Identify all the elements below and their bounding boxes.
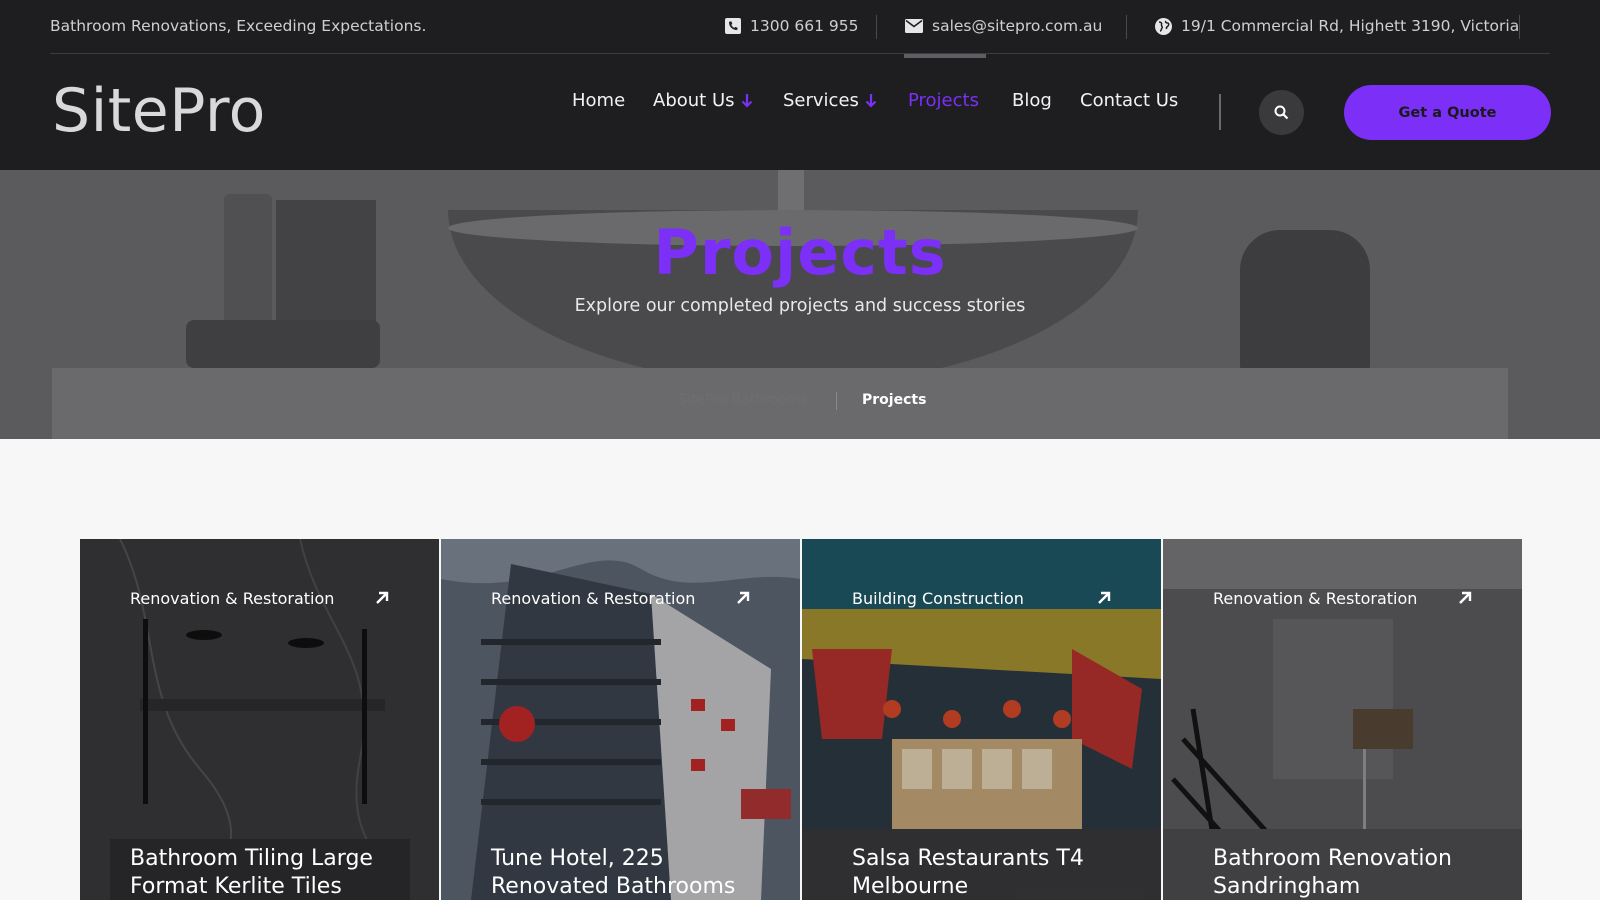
breadcrumb-current: Projects <box>862 392 927 408</box>
project-card[interactable]: Renovation & Restoration Bathroom Renova… <box>1163 539 1522 900</box>
email-contact[interactable]: sales@sitepro.com.au <box>905 17 1102 35</box>
arrow-down-icon <box>865 93 877 108</box>
divider <box>1126 15 1127 39</box>
hero-bg-faucet <box>778 170 804 214</box>
project-category: Renovation & Restoration <box>130 589 335 608</box>
breadcrumb-divider <box>836 392 837 410</box>
project-title[interactable]: Bathroom Tiling Large Format Kerlite Til… <box>130 845 420 900</box>
hero-bg-tray <box>186 320 380 368</box>
address: 19/1 Commercial Rd, Highett 3190, Victor… <box>1181 17 1520 35</box>
phone-number: 1300 661 955 <box>750 17 859 35</box>
active-nav-indicator <box>904 54 986 58</box>
project-card[interactable]: Renovation & Restoration Tune Hotel, 225… <box>441 539 800 900</box>
main-header: SitePro Home About Us Services Projects … <box>0 54 1600 170</box>
projects-grid: Renovation & Restoration Bathroom Tiling… <box>80 539 1522 900</box>
nav-blog[interactable]: Blog <box>1012 90 1052 111</box>
arrow-up-right-icon[interactable] <box>1097 591 1111 605</box>
breadcrumb-home-link[interactable]: SitePro Bathrooms <box>678 392 808 408</box>
top-bar: Bathroom Renovations, Exceeding Expectat… <box>0 0 1600 54</box>
nav-home-label: Home <box>572 89 626 111</box>
site-logo[interactable]: SitePro <box>52 76 266 146</box>
nav-blog-label: Blog <box>1012 89 1052 111</box>
nav-services[interactable]: Services <box>783 90 877 111</box>
project-title[interactable]: Bathroom Renovation Sandringham <box>1213 845 1503 900</box>
arrow-up-right-icon[interactable] <box>1458 591 1472 605</box>
divider <box>1519 15 1520 39</box>
email-address: sales@sitepro.com.au <box>932 17 1103 35</box>
page-hero: Projects Explore our completed projects … <box>0 170 1600 439</box>
arrow-up-right-icon[interactable] <box>736 591 750 605</box>
nav-services-label: Services <box>783 89 859 111</box>
nav-projects[interactable]: Projects <box>908 90 979 111</box>
divider <box>876 15 877 39</box>
globe-icon <box>1155 17 1172 35</box>
phone-icon <box>725 18 741 34</box>
search-icon <box>1274 105 1289 120</box>
nav-contact-us[interactable]: Contact Us <box>1080 90 1178 111</box>
get-a-quote-button[interactable]: Get a Quote <box>1344 85 1551 140</box>
arrow-down-icon <box>741 93 752 108</box>
nav-divider <box>1219 94 1221 130</box>
nav-home[interactable]: Home <box>572 90 625 111</box>
project-card[interactable]: Building Construction Salsa Restaurants … <box>802 539 1161 900</box>
page-title: Projects <box>653 216 947 289</box>
tagline: Bathroom Renovations, Exceeding Expectat… <box>50 17 427 35</box>
project-card[interactable]: Renovation & Restoration Bathroom Tiling… <box>80 539 439 900</box>
search-button[interactable] <box>1259 90 1304 135</box>
project-category: Renovation & Restoration <box>491 589 696 608</box>
project-category: Renovation & Restoration <box>1213 589 1418 608</box>
project-title[interactable]: Tune Hotel, 225 Renovated Bathrooms <box>491 845 781 900</box>
envelope-icon <box>905 19 923 33</box>
project-category: Building Construction <box>852 589 1024 608</box>
nav-projects-label: Projects <box>908 89 979 111</box>
project-title[interactable]: Salsa Restaurants T4 Melbourne <box>852 845 1142 900</box>
nav-about-label: About Us <box>653 89 735 111</box>
page-subtitle: Explore our completed projects and succe… <box>574 296 1026 316</box>
address-contact[interactable]: 19/1 Commercial Rd, Highett 3190, Victor… <box>1155 17 1519 35</box>
phone-contact[interactable]: 1300 661 955 <box>725 17 858 35</box>
nav-contact-label: Contact Us <box>1080 89 1179 111</box>
nav-about-us[interactable]: About Us <box>653 90 753 111</box>
arrow-up-right-icon[interactable] <box>375 591 389 605</box>
